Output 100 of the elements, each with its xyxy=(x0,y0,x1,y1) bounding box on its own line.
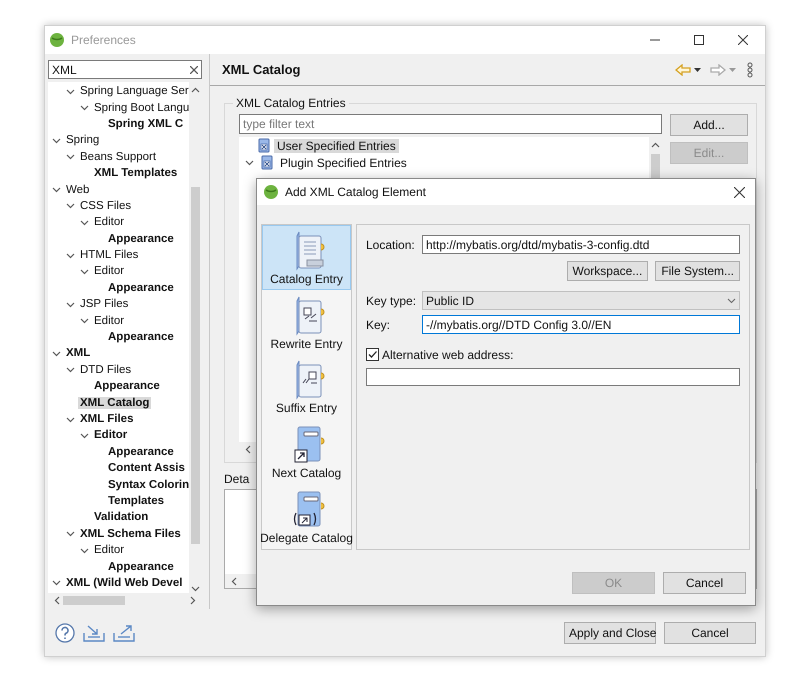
vertical-scrollbar[interactable] xyxy=(189,82,202,593)
filter-field[interactable]: type filter text xyxy=(239,114,662,134)
web-address-field[interactable] xyxy=(366,368,740,386)
chevron-down-icon[interactable] xyxy=(52,136,61,145)
tree-item[interactable]: DTD Files xyxy=(78,364,134,376)
sphere-icon xyxy=(49,32,65,48)
file-system-button[interactable]: File System... xyxy=(655,261,740,281)
palette-item[interactable]: Rewrite Entry xyxy=(262,290,351,355)
chevron-down-icon[interactable] xyxy=(80,218,89,227)
chevron-down-icon[interactable] xyxy=(66,201,75,210)
tree-item[interactable]: XML (Wild Web Devel xyxy=(64,576,184,589)
apply-and-close-button[interactable]: Apply and Close xyxy=(564,622,656,644)
window-title: Preferences xyxy=(71,33,137,47)
chevron-down-icon[interactable] xyxy=(66,86,75,96)
tree-item[interactable]: XML Templates xyxy=(92,167,180,180)
chevron-down-icon[interactable] xyxy=(52,185,61,194)
tree-item[interactable]: CSS Files xyxy=(78,200,134,212)
add-button[interactable]: Add... xyxy=(670,114,748,136)
chevron-down-icon[interactable] xyxy=(66,152,75,162)
chevron-down-icon[interactable] xyxy=(80,430,89,440)
chevron-down-icon[interactable] xyxy=(66,365,75,374)
chevron-down-icon[interactable] xyxy=(66,414,75,424)
key-field[interactable]: -//mybatis.org//DTD Config 3.0//EN xyxy=(422,315,740,334)
tree-item[interactable]: Spring XML C xyxy=(106,118,186,130)
palette-item[interactable]: Suffix Entry xyxy=(262,354,351,420)
key-type-dropdown[interactable]: Public ID xyxy=(422,291,740,310)
scroll-right-icon[interactable] xyxy=(190,596,196,604)
sphere-icon xyxy=(263,184,279,200)
scrollbar-thumb[interactable] xyxy=(63,596,125,604)
tree-item[interactable]: XML Schema Files xyxy=(78,528,183,540)
tree-item[interactable]: XML Files xyxy=(78,413,136,425)
palette-item[interactable]: Delegate Catalog xyxy=(262,484,351,549)
caret-down-icon[interactable] xyxy=(694,68,701,72)
import-icon[interactable] xyxy=(83,624,105,642)
scroll-left-icon[interactable] xyxy=(245,444,251,454)
tree-item[interactable]: Validation xyxy=(92,511,150,524)
scroll-up-icon[interactable] xyxy=(651,141,660,150)
cancel-button[interactable]: Cancel xyxy=(664,622,756,644)
palette-item[interactable]: Next Catalog xyxy=(262,419,351,484)
tree-item[interactable]: Spring xyxy=(64,134,102,146)
field-label: Location: xyxy=(366,238,416,252)
cancel-button[interactable]: Cancel xyxy=(663,572,746,594)
tree-item[interactable]: Spring Boot Langu xyxy=(92,102,189,114)
tree-item[interactable]: Appearance xyxy=(106,331,176,344)
clear-icon[interactable] xyxy=(190,66,198,74)
tree-item[interactable]: XML xyxy=(64,347,92,360)
scroll-left-icon[interactable] xyxy=(231,576,237,586)
tree-item[interactable]: Editor xyxy=(92,314,126,327)
close-icon[interactable] xyxy=(734,186,745,198)
workspace-button[interactable]: Workspace... xyxy=(566,261,648,281)
palette-item[interactable]: Catalog Entry xyxy=(262,225,351,290)
page-title: XML Catalog xyxy=(222,62,302,77)
chevron-down-icon[interactable] xyxy=(66,300,75,309)
chevron-down-icon[interactable] xyxy=(52,578,61,588)
export-icon[interactable] xyxy=(113,624,135,642)
search-field[interactable]: XML xyxy=(48,60,202,79)
scroll-up-icon[interactable] xyxy=(191,86,200,95)
tree-item[interactable]: Appearance xyxy=(106,446,176,458)
location-field[interactable]: http://mybatis.org/dtd/mybatis-3-config.dtd xyxy=(422,235,740,254)
tree-item[interactable]: Appearance xyxy=(106,232,176,245)
dialog-title: Add XML Catalog Element xyxy=(285,185,427,199)
section-label: Deta xyxy=(224,472,250,486)
tree-item[interactable]: Appearance xyxy=(106,560,176,573)
chevron-down-icon[interactable] xyxy=(80,103,89,112)
chevron-down-icon xyxy=(727,298,736,304)
tree-item[interactable]: XML Catalog xyxy=(78,396,152,409)
tree-item[interactable]: HTML Files xyxy=(78,249,140,262)
tree-item[interactable]: JSP Files xyxy=(78,298,130,310)
tree-item[interactable]: Editor xyxy=(92,265,126,278)
scrollbar-thumb[interactable] xyxy=(191,187,200,544)
tree-item[interactable]: Appearance xyxy=(106,282,176,294)
tree-item[interactable]: Content Assis xyxy=(106,462,187,474)
tree-item[interactable]: Editor xyxy=(92,429,130,442)
chevron-down-icon[interactable] xyxy=(52,348,61,358)
chevron-down-icon[interactable] xyxy=(66,250,75,260)
chevron-down-icon[interactable] xyxy=(80,316,89,326)
checkbox[interactable] xyxy=(366,348,379,361)
tree-item[interactable]: Appearance xyxy=(92,380,162,392)
list-item[interactable]: Plugin Specified Entries xyxy=(277,156,410,170)
tree-item[interactable]: Editor xyxy=(92,216,126,228)
close-icon[interactable] xyxy=(738,35,748,45)
scroll-down-icon[interactable] xyxy=(191,584,200,593)
help-icon[interactable] xyxy=(55,622,75,642)
field-label: Key: xyxy=(366,318,392,332)
chevron-down-icon[interactable] xyxy=(80,546,89,555)
tree-item[interactable]: Beans Support xyxy=(78,150,158,163)
maximize-icon[interactable] xyxy=(694,35,704,45)
tree-item[interactable]: Syntax Colorin xyxy=(106,478,189,491)
tree-item[interactable]: Templates xyxy=(106,494,166,507)
tree-item[interactable]: Spring Language Ser xyxy=(78,85,189,98)
scroll-left-icon[interactable] xyxy=(54,596,60,604)
tree-item[interactable]: Web xyxy=(64,184,92,196)
tree-item[interactable]: Editor xyxy=(92,544,126,556)
more-vertical-icon[interactable] xyxy=(747,62,753,78)
chevron-down-icon[interactable] xyxy=(245,158,254,167)
group-label: XML Catalog Entries xyxy=(233,96,349,110)
list-item[interactable]: User Specified Entries xyxy=(274,138,399,152)
chevron-down-icon[interactable] xyxy=(66,529,75,538)
chevron-down-icon[interactable] xyxy=(80,266,89,276)
checkbox-label: Alternative web address: xyxy=(382,348,514,362)
